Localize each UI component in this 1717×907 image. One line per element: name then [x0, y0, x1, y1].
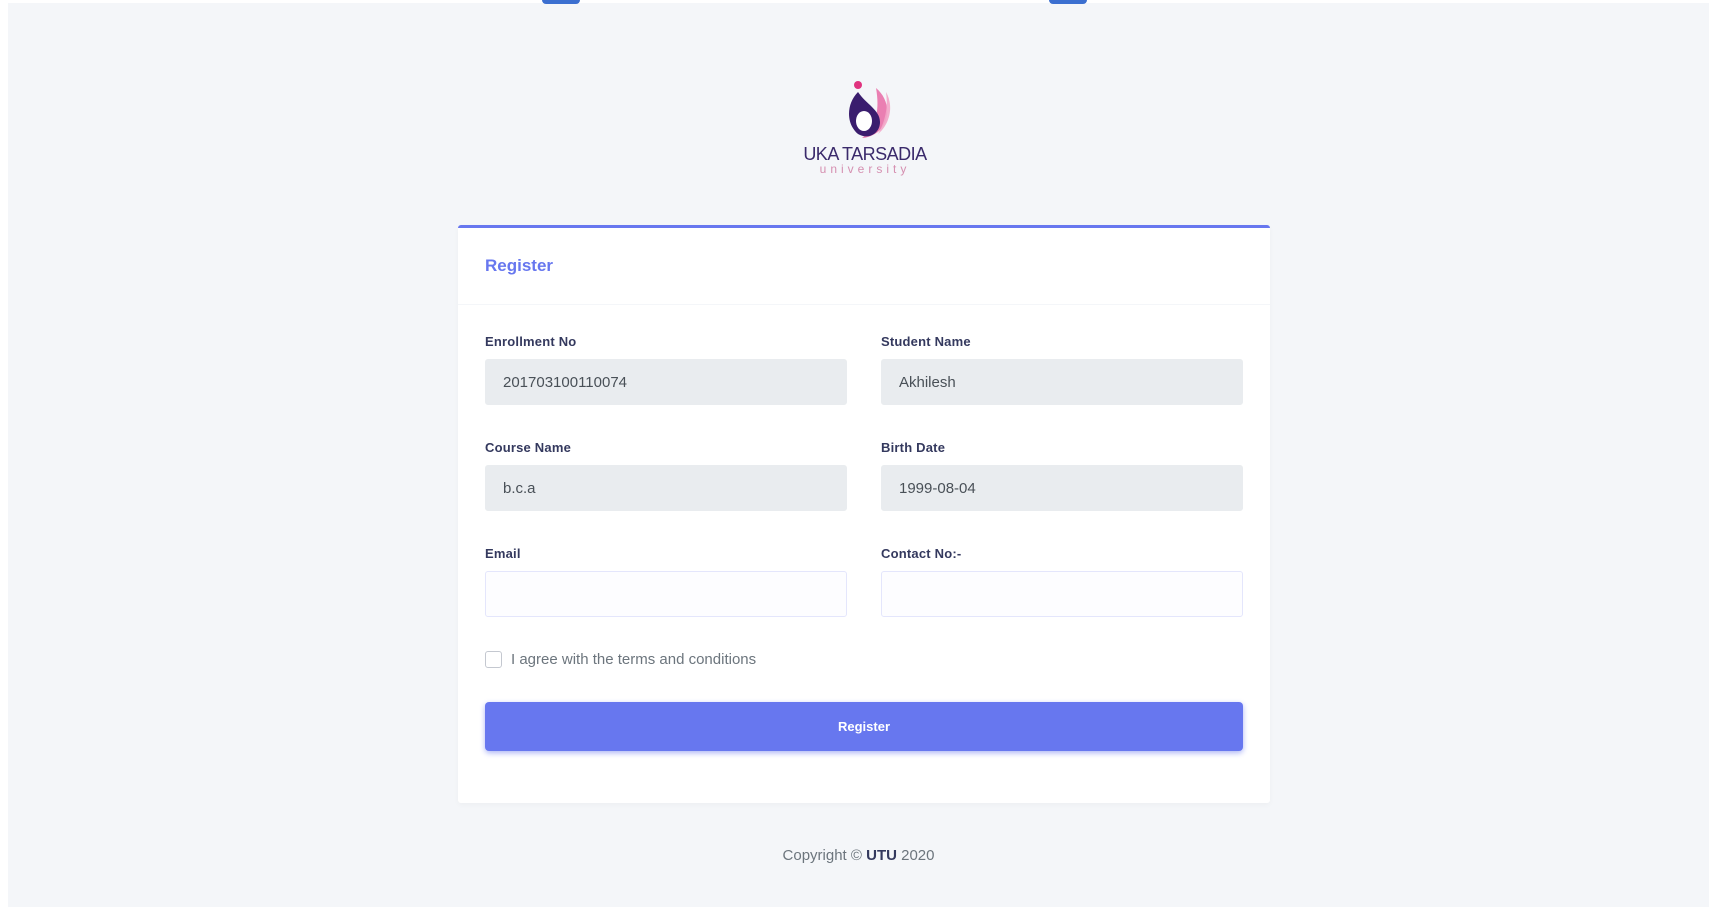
uka-tarsadia-logo-icon — [849, 81, 891, 138]
email-label: Email — [485, 546, 521, 561]
enrollment-no-field: Enrollment No — [485, 334, 847, 405]
contact-no-label: Contact No:- — [881, 546, 962, 561]
enrollment-no-input[interactable] — [485, 359, 847, 405]
terms-row: I agree with the terms and conditions — [485, 651, 756, 668]
logo-subtitle: university — [819, 162, 911, 176]
card-header: Register — [458, 228, 1270, 305]
course-name-label: Course Name — [485, 440, 572, 455]
footer: Copyright © UTU 2020 — [0, 847, 1717, 864]
card-title: Register — [485, 256, 554, 275]
terms-label[interactable]: I agree with the terms and conditions — [511, 651, 756, 668]
email-input[interactable] — [485, 571, 847, 617]
birth-date-input[interactable] — [881, 465, 1243, 511]
top-tab-marker — [542, 0, 580, 4]
logo-title: UKA TARSADIA — [803, 144, 927, 164]
birth-date-field: Birth Date — [881, 440, 1243, 511]
footer-year: 2020 — [901, 847, 935, 864]
student-name-label: Student Name — [881, 334, 971, 349]
register-button[interactable]: Register — [485, 702, 1243, 751]
contact-no-field: Contact No:- — [881, 546, 1243, 617]
course-name-input[interactable] — [485, 465, 847, 511]
top-tab-marker — [1049, 0, 1087, 4]
course-name-field: Course Name — [485, 440, 847, 511]
email-field: Email — [485, 546, 847, 617]
footer-brand: UTU — [866, 847, 897, 864]
student-name-field: Student Name — [881, 334, 1243, 405]
contact-no-input[interactable] — [881, 571, 1243, 617]
enrollment-no-label: Enrollment No — [485, 334, 577, 349]
terms-checkbox[interactable] — [485, 651, 502, 668]
university-logo: UKA TARSADIA university — [800, 78, 930, 175]
register-card: Register Enrollment No Student Name Cour… — [458, 225, 1270, 803]
student-name-input[interactable] — [881, 359, 1243, 405]
footer-copyright: Copyright © — [782, 847, 862, 864]
birth-date-label: Birth Date — [881, 440, 946, 455]
